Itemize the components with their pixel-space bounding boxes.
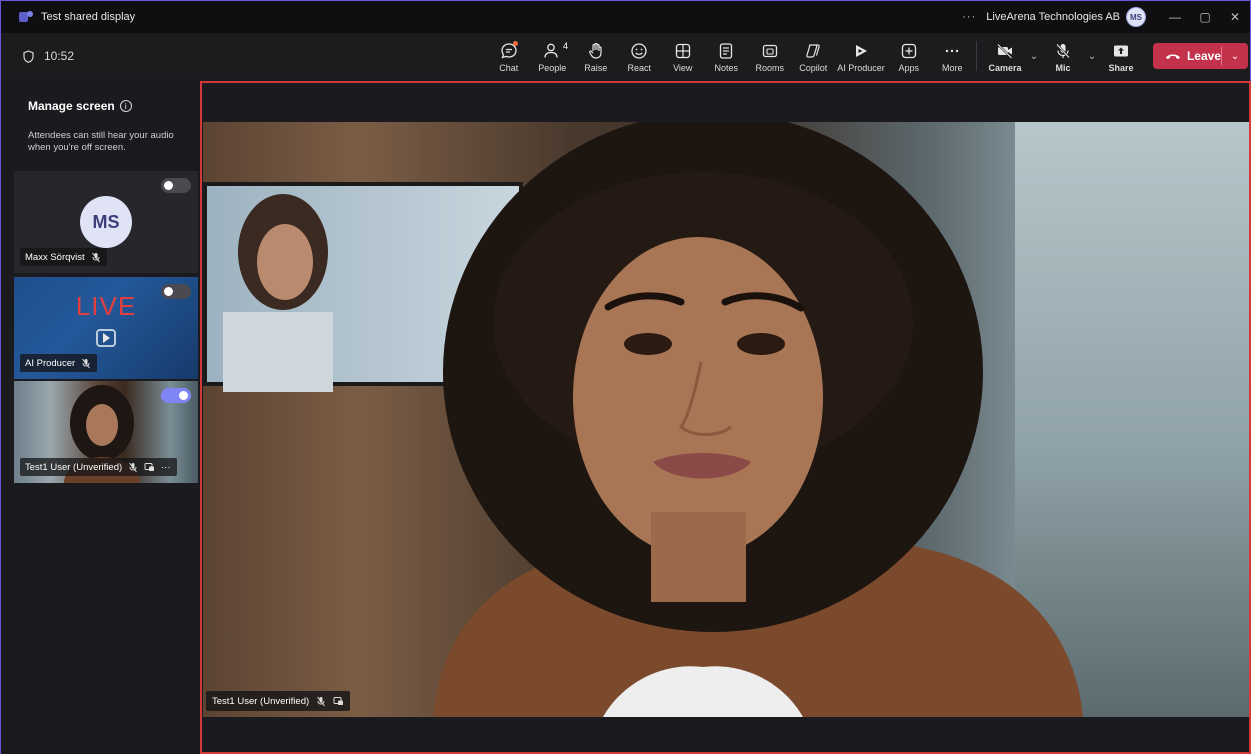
- people-icon: [544, 43, 558, 58]
- copilot-button[interactable]: Copilot: [792, 33, 836, 79]
- on-screen-toggle[interactable]: [161, 178, 191, 193]
- notification-dot: [512, 41, 518, 46]
- react-label: React: [627, 62, 651, 73]
- mic-off-icon: [317, 696, 326, 706]
- mic-options-chevron-icon[interactable]: ⌄: [1085, 33, 1099, 79]
- view-button[interactable]: View: [661, 33, 705, 79]
- participant-name: AI Producer: [25, 357, 76, 369]
- manage-screen-title: Manage screen: [28, 99, 115, 113]
- leave-label: Leave: [1186, 49, 1221, 63]
- speaker-video-image: [223, 122, 1083, 717]
- leave-button[interactable]: Leave: [1153, 43, 1221, 69]
- window-title: Test shared display: [41, 11, 136, 23]
- minimize-button[interactable]: —: [1160, 1, 1190, 33]
- apps-label: Apps: [898, 62, 919, 73]
- participant-tile-test1-user[interactable]: Test1 User (Unverified) ···: [14, 381, 198, 483]
- teams-logo-icon: [19, 11, 33, 23]
- on-screen-toggle[interactable]: [161, 284, 191, 299]
- rooms-button[interactable]: Rooms: [748, 33, 792, 79]
- ai-producer-button[interactable]: AI Producer: [835, 33, 887, 79]
- share-icon: [1114, 45, 1128, 56]
- participant-name-tag: Maxx Sörqvist: [20, 248, 107, 266]
- participant-tile-ai-producer[interactable]: LIVE AI Producer: [14, 277, 198, 379]
- copilot-label: Copilot: [799, 62, 828, 73]
- participant-name-tag: AI Producer: [20, 354, 98, 372]
- share-label: Share: [1108, 62, 1134, 73]
- leave-button-group: Leave ⌄: [1153, 43, 1248, 69]
- main-video-feed: [203, 122, 1249, 717]
- speaker-name: Test1 User (Unverified): [212, 695, 310, 707]
- rooms-label: Rooms: [755, 62, 784, 73]
- ai-producer-icon: [856, 44, 867, 57]
- camera-button[interactable]: Camera: [983, 33, 1027, 79]
- speaker-name-tag: Test1 User (Unverified): [206, 691, 351, 711]
- ai-producer-label: AI Producer: [837, 62, 885, 73]
- copilot-icon: [806, 43, 821, 58]
- more-label: More: [941, 62, 963, 73]
- people-label: People: [538, 62, 567, 73]
- manage-screen-panel: Manage screen i Attendees can still hear…: [1, 79, 200, 754]
- participant-name: Test1 User (Unverified): [25, 461, 123, 473]
- close-button[interactable]: ✕: [1220, 1, 1250, 33]
- view-icon: [675, 43, 690, 58]
- more-options-icon[interactable]: ···: [962, 11, 976, 23]
- timer-text: 10:52: [44, 49, 75, 63]
- mic-off-icon: [1056, 43, 1070, 58]
- rooms-icon: [762, 44, 777, 57]
- notes-label: Notes: [714, 62, 738, 73]
- mic-off-icon: [82, 358, 91, 368]
- participant-tile-maxx[interactable]: MS Maxx Sörqvist: [14, 171, 198, 273]
- mic-off-icon: [129, 462, 138, 472]
- chat-label: Chat: [499, 62, 519, 73]
- ai-producer-logo-icon: [96, 329, 116, 347]
- hang-up-icon: [1165, 54, 1180, 59]
- main-stage: Test1 User (Unverified): [200, 81, 1251, 754]
- mic-button[interactable]: Mic: [1041, 33, 1085, 79]
- mic-off-icon: [91, 252, 100, 262]
- raise-label: Raise: [584, 62, 608, 73]
- toolbar-divider: [976, 41, 977, 71]
- notes-button[interactable]: Notes: [705, 33, 749, 79]
- info-icon[interactable]: i: [119, 100, 132, 112]
- camera-label: Camera: [988, 62, 1022, 73]
- title-bar: Test shared display ··· LiveArena Techno…: [1, 1, 1250, 33]
- raise-hand-button[interactable]: Raise: [574, 33, 618, 79]
- camera-off-icon: [997, 43, 1013, 59]
- people-count-badge: 4: [562, 41, 568, 51]
- meeting-timer: 10:52: [23, 49, 74, 63]
- notes-icon: [720, 42, 733, 59]
- people-button[interactable]: 4 People: [531, 33, 575, 79]
- participant-name-tag: Test1 User (Unverified) ···: [20, 458, 177, 476]
- avatar: MS: [80, 196, 132, 248]
- view-label: View: [673, 62, 693, 73]
- teams-meeting-window: Test shared display ··· LiveArena Techno…: [0, 0, 1251, 754]
- share-button[interactable]: Share: [1099, 33, 1143, 79]
- organization-name: LiveArena Technologies AB: [986, 11, 1120, 23]
- raise-hand-icon: [588, 42, 602, 59]
- chat-button[interactable]: Chat: [487, 33, 531, 79]
- more-icon: [946, 49, 959, 52]
- apps-button[interactable]: Apps: [887, 33, 931, 79]
- user-avatar[interactable]: MS: [1126, 7, 1146, 27]
- leave-options-chevron-icon[interactable]: ⌄: [1222, 51, 1248, 62]
- participant-name: Maxx Sörqvist: [25, 251, 85, 263]
- camera-options-chevron-icon[interactable]: ⌄: [1027, 33, 1041, 79]
- on-screen-toggle[interactable]: [161, 388, 191, 403]
- manage-screen-heading: Manage screen i: [28, 99, 132, 113]
- react-icon: [631, 42, 647, 59]
- meeting-toolbar: 10:52 Chat 4 People Raise React View Not…: [1, 33, 1250, 79]
- apps-icon: [901, 43, 916, 58]
- restore-button[interactable]: ▢: [1190, 1, 1220, 33]
- tile-more-options-icon[interactable]: ···: [161, 462, 171, 473]
- mic-label: Mic: [1055, 62, 1071, 73]
- screen-share-icon: [333, 697, 344, 705]
- more-button[interactable]: More: [931, 33, 975, 79]
- screen-share-icon: [144, 463, 155, 471]
- manage-screen-description: Attendees can still hear your audio when…: [28, 130, 174, 153]
- react-button[interactable]: React: [618, 33, 662, 79]
- shield-icon: [23, 49, 34, 63]
